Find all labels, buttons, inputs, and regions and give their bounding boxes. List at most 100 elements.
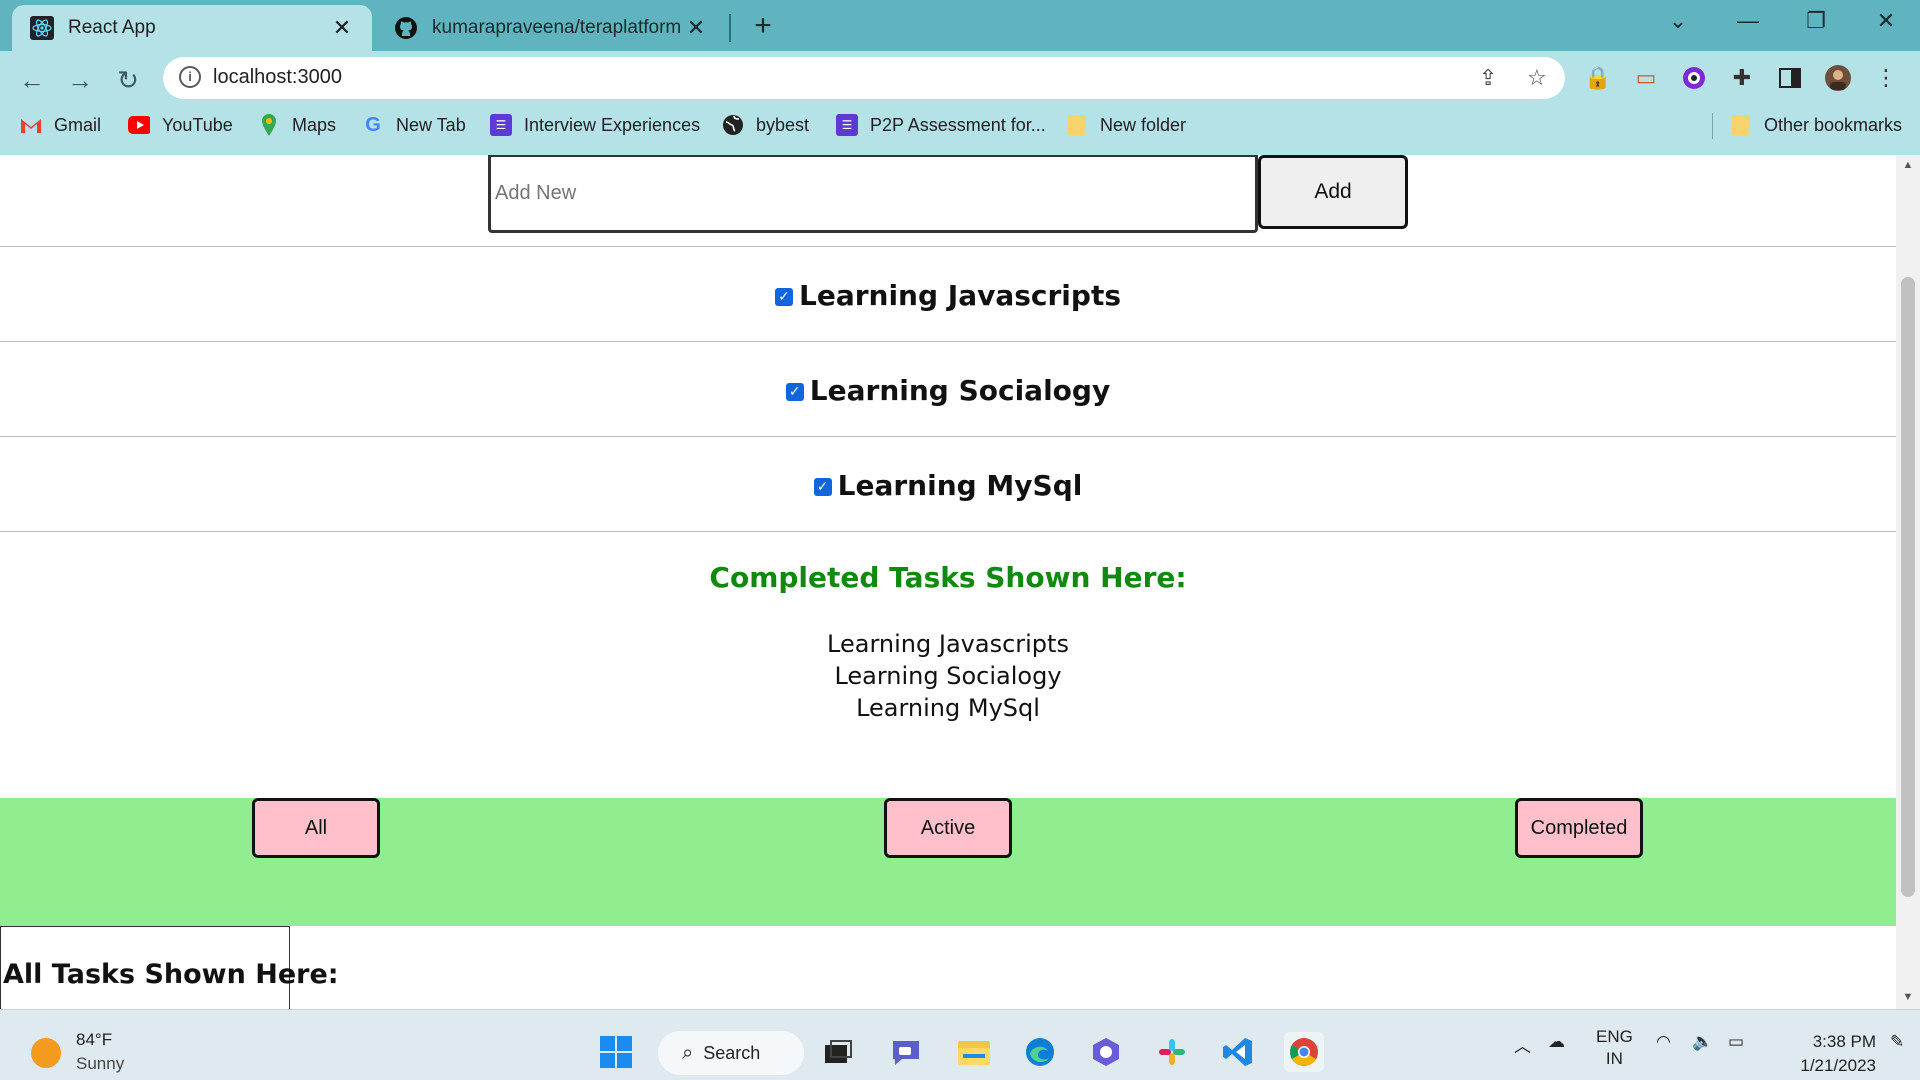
- extension-lock-icon[interactable]: 🔒: [1584, 64, 1612, 92]
- notifications-icon[interactable]: ✎: [1890, 1032, 1904, 1052]
- copilot-icon[interactable]: [1086, 1032, 1126, 1072]
- language-code: ENG: [1596, 1027, 1633, 1046]
- task-checkbox[interactable]: ✓: [813, 478, 832, 496]
- show-hidden-icons[interactable]: ︿: [1514, 1032, 1531, 1057]
- gmail-icon: [20, 114, 42, 136]
- taskbar-search[interactable]: ⌕ Search: [658, 1031, 804, 1075]
- weather-sun-icon[interactable]: [31, 1038, 61, 1068]
- bookmark-new-tab[interactable]: G New Tab: [362, 108, 466, 142]
- teams-chat-icon[interactable]: [886, 1032, 926, 1072]
- forward-icon[interactable]: →: [62, 62, 98, 98]
- volume-icon[interactable]: 🔈: [1692, 1032, 1713, 1052]
- completed-task: Learning Socialogy: [834, 662, 1062, 690]
- filter-active-button[interactable]: Active: [884, 798, 1012, 858]
- filter-completed-button[interactable]: Completed: [1515, 798, 1643, 858]
- scroll-down-icon[interactable]: ▼: [1896, 991, 1920, 1003]
- page-scrollbar[interactable]: ▲ ▼: [1896, 155, 1920, 1009]
- filter-all-button[interactable]: All: [252, 798, 380, 858]
- bookmark-label: YouTube: [162, 114, 233, 135]
- task-label: Learning MySql: [837, 469, 1083, 502]
- filter-bar: All Active Completed: [0, 798, 1896, 926]
- row-divider: [0, 531, 1896, 532]
- wifi-icon[interactable]: ◠: [1656, 1032, 1671, 1052]
- slack-icon[interactable]: [1152, 1032, 1192, 1072]
- close-tab-icon[interactable]: ✕: [330, 15, 354, 41]
- back-icon[interactable]: ←: [14, 62, 50, 98]
- row-divider: [0, 436, 1896, 437]
- tab-react-app[interactable]: React App ✕: [12, 5, 372, 51]
- task-label: Learning Javascripts: [798, 279, 1121, 312]
- bookmark-interview-experiences[interactable]: ☰ Interview Experiences: [490, 108, 700, 142]
- edge-icon[interactable]: [1020, 1032, 1060, 1072]
- file-explorer-icon[interactable]: [954, 1032, 994, 1072]
- react-icon: [30, 16, 54, 40]
- bookmark-gmail[interactable]: Gmail: [20, 108, 101, 142]
- menu-kebab-icon[interactable]: ⋮: [1872, 64, 1900, 92]
- close-window-icon[interactable]: ✕: [1866, 8, 1906, 34]
- scroll-thumb[interactable]: [1901, 277, 1915, 897]
- row-divider: [0, 341, 1896, 342]
- search-icon: ⌕: [682, 1041, 694, 1064]
- folder-icon: [1730, 114, 1752, 136]
- clock-date: 1/21/2023: [1800, 1056, 1876, 1075]
- weather-condition[interactable]: Sunny: [76, 1054, 124, 1074]
- add-button[interactable]: Add: [1258, 155, 1408, 229]
- task-label: Learning Socialogy: [809, 374, 1111, 407]
- tab-search-icon[interactable]: ⌄: [1658, 8, 1698, 34]
- language-indicator[interactable]: ENG IN: [1596, 1026, 1633, 1070]
- battery-icon[interactable]: ▭: [1728, 1032, 1744, 1052]
- bookmark-label: New folder: [1100, 114, 1187, 135]
- tab-title: kumarapraveena/teraplatform: [432, 17, 682, 38]
- windows-taskbar: 84°F Sunny ⌕ Search ︿ ☁ ENG IN ◠ 🔈 ▭ 3:3…: [0, 1009, 1920, 1080]
- address-bar[interactable]: i localhost:3000 ⇪ ☆: [163, 57, 1565, 99]
- vscode-icon[interactable]: [1218, 1032, 1258, 1072]
- bookmark-youtube[interactable]: YouTube: [128, 108, 233, 142]
- bookmark-star-icon[interactable]: ☆: [1527, 65, 1547, 91]
- tab-separator: [729, 14, 731, 42]
- task-checkbox[interactable]: ✓: [785, 383, 804, 401]
- side-panel-icon[interactable]: [1776, 64, 1804, 92]
- extensions-puzzle-icon[interactable]: ✚: [1728, 64, 1756, 92]
- search-label: Search: [703, 1042, 761, 1063]
- weather-temperature[interactable]: 84°F: [76, 1030, 112, 1050]
- other-bookmarks[interactable]: Other bookmarks: [1730, 108, 1902, 142]
- completed-task: Learning MySql: [856, 694, 1040, 722]
- completed-task: Learning Javascripts: [827, 630, 1069, 658]
- all-tasks-section: All Tasks Shown Here:: [0, 926, 339, 1009]
- bookmark-label: Other bookmarks: [1764, 114, 1903, 135]
- close-tab-icon[interactable]: ✕: [684, 15, 708, 41]
- url-text: localhost:3000: [213, 66, 342, 88]
- new-tab-button[interactable]: +: [748, 10, 778, 42]
- extension-circle-icon[interactable]: [1680, 64, 1708, 92]
- task-checkbox[interactable]: ✓: [774, 288, 793, 306]
- all-tasks-heading: All Tasks Shown Here:: [3, 959, 339, 990]
- reload-icon[interactable]: ↻: [110, 62, 146, 98]
- forms-icon: ☰: [490, 114, 512, 136]
- windows-start-icon[interactable]: [596, 1032, 636, 1072]
- bookmark-p2p-assessment[interactable]: ☰ P2P Assessment for...: [836, 108, 1046, 142]
- system-clock[interactable]: 3:38 PM 1/21/2023: [1772, 1030, 1876, 1078]
- add-new-input[interactable]: [488, 155, 1258, 233]
- bookmark-new-folder[interactable]: New folder: [1066, 108, 1186, 142]
- bookmark-label: bybest: [756, 114, 810, 135]
- scroll-up-icon[interactable]: ▲: [1896, 159, 1920, 171]
- forms-icon: ☰: [836, 114, 858, 136]
- share-icon[interactable]: ⇪: [1479, 65, 1497, 91]
- tab-github[interactable]: kumarapraveena/teraplatform ✕: [376, 5, 726, 51]
- bookmark-label: Gmail: [54, 114, 102, 135]
- tab-title: React App: [68, 17, 156, 38]
- page-viewport: Add ✓ Learning Javascripts ✓ Learning Soci…: [0, 155, 1896, 1009]
- chrome-icon[interactable]: [1284, 1032, 1324, 1072]
- onedrive-icon[interactable]: ☁: [1548, 1032, 1565, 1052]
- bookmark-bybest[interactable]: bybest: [722, 108, 809, 142]
- bookmark-maps[interactable]: Maps: [258, 108, 336, 142]
- bookmarks-separator: [1712, 113, 1713, 139]
- site-info-icon[interactable]: i: [179, 66, 201, 88]
- task-view-icon[interactable]: [818, 1032, 858, 1072]
- cast-icon[interactable]: ▭: [1632, 64, 1660, 92]
- profile-avatar[interactable]: [1824, 64, 1852, 92]
- restore-icon[interactable]: ❐: [1796, 8, 1836, 34]
- bookmark-label: New Tab: [396, 114, 466, 135]
- minimize-icon[interactable]: —: [1728, 8, 1768, 34]
- globe-icon: [722, 114, 744, 136]
